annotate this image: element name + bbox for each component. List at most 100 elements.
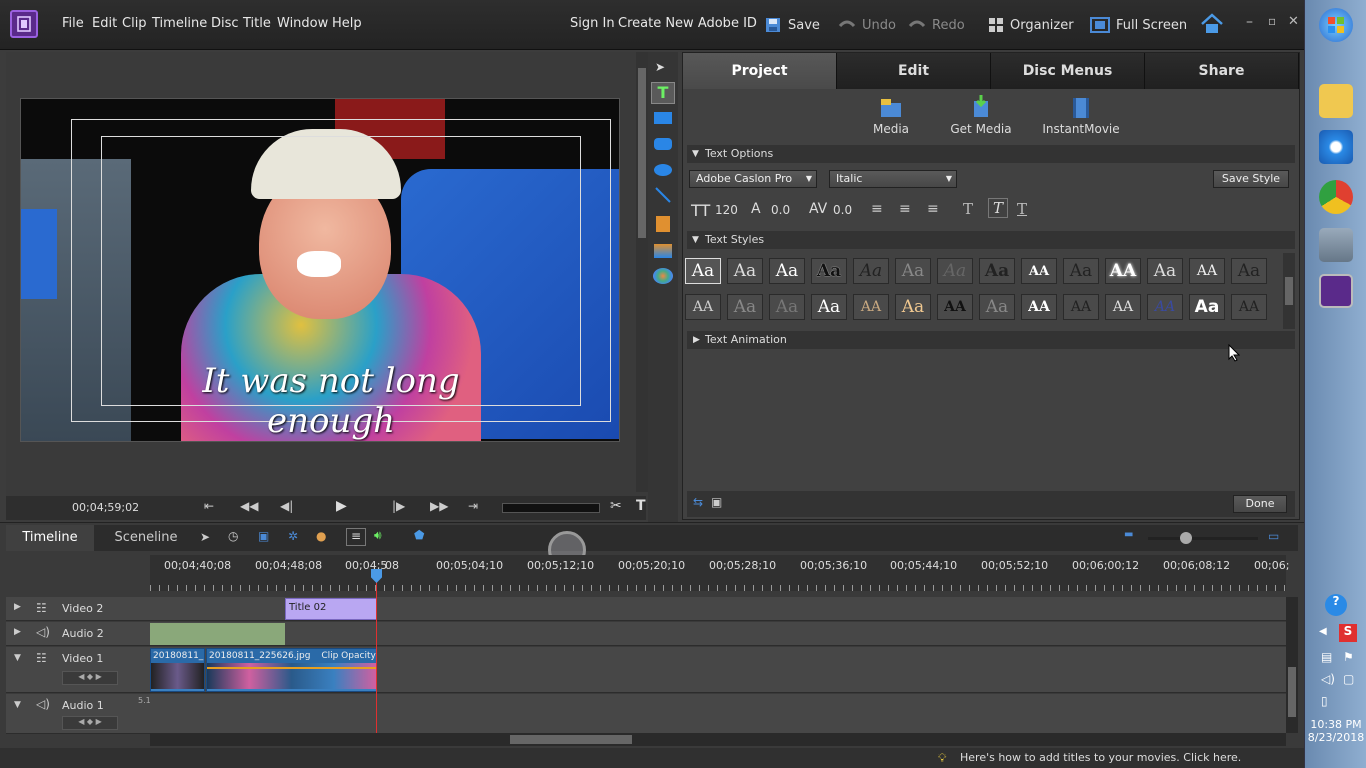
style-swatch[interactable]: Aa — [853, 258, 889, 284]
step-forward-icon[interactable]: |▶ — [392, 499, 405, 513]
style-swatch[interactable]: AA — [1021, 258, 1057, 284]
style-swatch[interactable]: AA — [853, 294, 889, 320]
timeline-v-scrollbar[interactable] — [1286, 597, 1298, 733]
style-swatch[interactable]: Aa — [895, 294, 931, 320]
get-media-button[interactable]: Get Media — [949, 95, 1013, 136]
go-to-start-icon[interactable]: ⇤ — [204, 499, 214, 513]
tray-app-icon[interactable]: S — [1339, 624, 1357, 642]
transition-icon[interactable]: ✲ — [288, 529, 298, 543]
start-button[interactable] — [1319, 8, 1353, 42]
style-swatch[interactable]: Aa — [811, 294, 847, 320]
menu-clip[interactable]: Clip — [122, 16, 147, 31]
rewind-icon[interactable]: ◀◀ — [240, 499, 258, 513]
volume-icon[interactable]: ◁) — [1321, 672, 1335, 686]
zoom-out-icon[interactable]: ▬ — [1124, 529, 1133, 540]
style-swatch[interactable]: AA — [1105, 294, 1141, 320]
create-adobe-id-link[interactable]: Create New Adobe ID — [618, 16, 757, 31]
undo-button[interactable]: Undo — [838, 12, 896, 38]
ellipse-tool-icon[interactable] — [654, 164, 672, 176]
timeline-h-scrollbar[interactable] — [150, 733, 1286, 746]
menu-edit[interactable]: Edit — [92, 16, 117, 31]
audio-mixer-icon[interactable]: 🔊︎ — [374, 528, 382, 543]
panel-settings-icon[interactable]: ▣ — [711, 495, 722, 509]
instant-movie-button[interactable]: InstantMovie — [1041, 97, 1121, 136]
marquee-icon[interactable]: ▣ — [258, 529, 269, 543]
video-preview[interactable]: It was not long enough — [20, 98, 620, 442]
tab-share[interactable]: Share — [1145, 53, 1299, 89]
text-tool-icon[interactable]: T — [651, 82, 675, 104]
home-icon[interactable] — [1200, 13, 1224, 38]
style-swatch[interactable]: AA — [685, 294, 721, 320]
rectangle-tool-icon[interactable] — [654, 112, 672, 124]
flag-icon[interactable]: ⚑ — [1343, 650, 1354, 664]
network-icon[interactable]: ▤ — [1321, 650, 1332, 664]
align-left-icon[interactable]: ≡ — [871, 201, 883, 217]
remote-desktop-icon[interactable] — [1319, 228, 1353, 262]
monitor-scrollbar[interactable] — [636, 52, 648, 492]
align-center-icon[interactable]: ≡ — [899, 201, 911, 217]
font-size-value[interactable]: 120 — [715, 203, 738, 217]
font-family-dropdown[interactable]: Adobe Caslon Pro ▼ — [689, 170, 817, 188]
play-icon[interactable]: ▶ — [336, 498, 347, 514]
style-swatch[interactable]: Aa — [769, 294, 805, 320]
style-swatch[interactable]: Aa — [1063, 258, 1099, 284]
menu-list-icon[interactable]: ≡ — [346, 528, 366, 546]
help-icon[interactable]: ? — [1325, 594, 1347, 616]
clip-opacity-dropdown[interactable]: Clip Opacity — [321, 651, 375, 661]
step-back-icon[interactable]: ◀| — [280, 499, 293, 513]
effects-icon[interactable]: ● — [316, 529, 326, 543]
save-style-button[interactable]: Save Style — [1213, 170, 1289, 188]
collapse-icon[interactable]: ▼ — [14, 653, 21, 663]
menu-help[interactable]: Help — [332, 16, 362, 31]
text-animation-header[interactable]: ▶ Text Animation — [687, 331, 1295, 349]
menu-title[interactable]: Title — [243, 16, 271, 31]
italic-icon[interactable]: T — [988, 198, 1008, 218]
style-swatch[interactable]: Aa — [727, 294, 763, 320]
font-style-dropdown[interactable]: Italic ▼ — [829, 170, 957, 188]
chrome-icon[interactable] — [1319, 180, 1353, 214]
app-logo-icon[interactable] — [10, 10, 38, 38]
shuttle-slider[interactable] — [502, 503, 600, 513]
style-swatch[interactable]: Aa — [727, 258, 763, 284]
menu-disc[interactable]: Disc — [211, 16, 239, 31]
video-clip[interactable]: 20180811_ — [150, 648, 205, 692]
keyframe-controls[interactable]: ◀ ◆ ▶ — [62, 671, 118, 685]
select-tool-icon[interactable]: ➤ — [200, 530, 210, 544]
style-swatch[interactable]: Aa — [895, 258, 931, 284]
panel-option-icon[interactable]: ⇆ — [693, 495, 703, 509]
maximize-icon[interactable]: ▫ — [1268, 14, 1276, 28]
style-swatch[interactable]: AA — [1231, 294, 1267, 320]
align-right-icon[interactable]: ≡ — [927, 201, 939, 217]
media-button[interactable]: Media — [869, 97, 913, 136]
style-swatch[interactable]: Aa — [1189, 294, 1225, 320]
style-swatch[interactable]: Aa — [685, 258, 721, 284]
style-swatch[interactable]: AA — [1021, 294, 1057, 320]
file-explorer-icon[interactable] — [1319, 84, 1353, 118]
status-hint-link[interactable]: Here's how to add titles to your movies.… — [960, 751, 1241, 764]
style-swatch[interactable]: Aa — [937, 258, 973, 284]
split-clip-icon[interactable]: ✂ — [610, 498, 622, 514]
timecode-display[interactable]: 00;04;59;02 — [72, 501, 139, 514]
expand-icon[interactable]: ▶ — [14, 627, 21, 637]
audio-clip[interactable] — [150, 623, 285, 645]
keyframe-controls[interactable]: ◀ ◆ ▶ — [62, 716, 118, 730]
tab-edit[interactable]: Edit — [837, 53, 991, 89]
done-button[interactable]: Done — [1233, 495, 1287, 513]
premiere-elements-taskbar-icon[interactable] — [1319, 274, 1353, 308]
style-swatch[interactable]: Aa — [769, 258, 805, 284]
bold-icon[interactable]: T — [963, 200, 973, 218]
clock[interactable]: 10:38 PM 8/23/2018 — [1305, 718, 1366, 744]
fast-forward-icon[interactable]: ▶▶ — [430, 499, 448, 513]
save-button[interactable]: Save — [764, 12, 820, 38]
tab-project[interactable]: Project — [683, 53, 837, 89]
style-swatch[interactable]: Aa — [979, 294, 1015, 320]
zoom-in-icon[interactable]: ▭ — [1268, 529, 1279, 543]
kerning-value[interactable]: 0.0 — [833, 203, 852, 217]
style-swatch[interactable]: Aa — [811, 258, 847, 284]
video-clip[interactable]: 20180811_225626.jpg Clip Opacity — [206, 648, 377, 692]
tab-disc-menus[interactable]: Disc Menus — [991, 53, 1145, 89]
time-stretch-icon[interactable]: ◷ — [228, 529, 238, 543]
organizer-button[interactable]: Organizer — [988, 12, 1074, 38]
add-text-icon[interactable]: T — [636, 498, 646, 514]
menu-file[interactable]: File — [62, 16, 84, 31]
